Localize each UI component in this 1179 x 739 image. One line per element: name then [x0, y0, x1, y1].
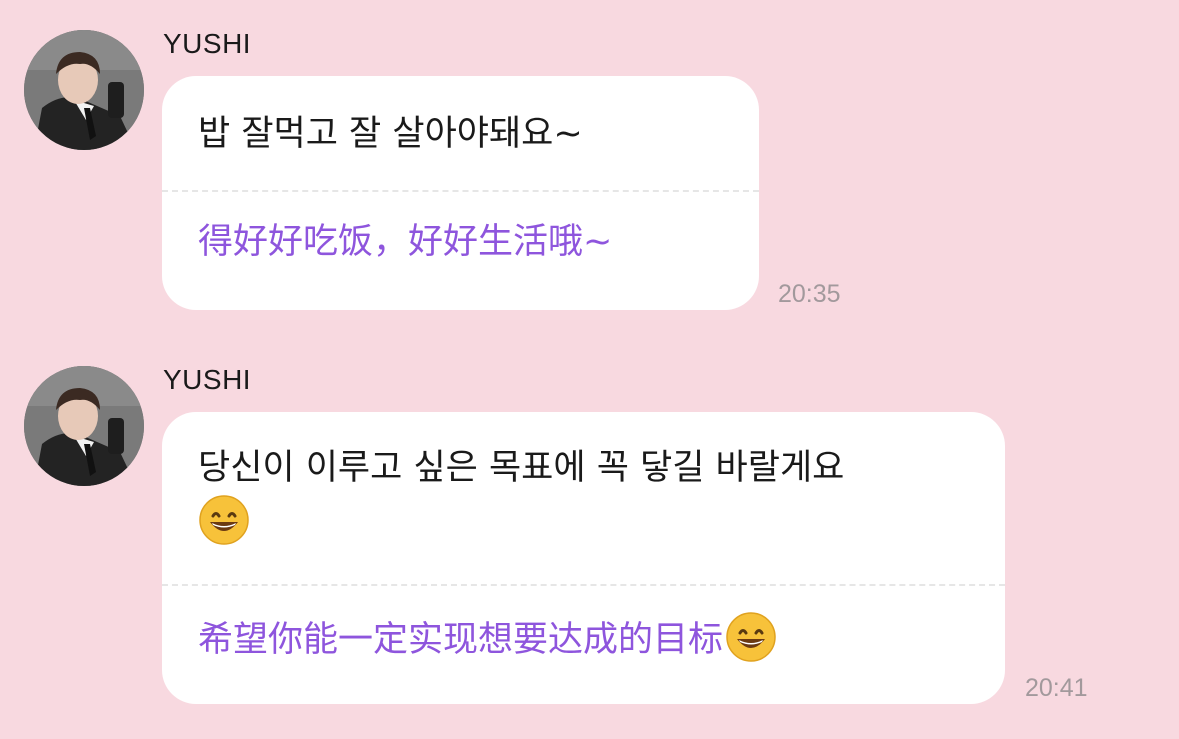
- translated-text: 得好好吃饭，好好生活哦~: [198, 222, 613, 262]
- avatar-photo: [24, 30, 144, 150]
- sender-name: YUSHI: [163, 28, 252, 59]
- translated-text: 希望你能一定实现想要达成的目标: [198, 620, 724, 660]
- translated-text-line: 希望你能一定实现想要达成的目标: [198, 586, 969, 666]
- message-bubble[interactable]: 밥 잘먹고 잘 살아야돼요~ 得好好吃饭，好好生活哦~: [162, 76, 759, 310]
- original-text: 밥 잘먹고 잘 살아야돼요~: [198, 114, 583, 154]
- sender-name: YUSHI: [163, 364, 252, 395]
- grinning-face-icon: [726, 612, 776, 662]
- original-emoji-line: [198, 494, 969, 548]
- timestamp: 20:35: [778, 280, 841, 308]
- original-text: 당신이 이루고 싶은 목표에 꼭 닿길 바랄게요: [198, 448, 845, 488]
- avatar[interactable]: [24, 30, 144, 150]
- timestamp: 20:41: [1025, 674, 1088, 702]
- message-bubble[interactable]: 당신이 이루고 싶은 목표에 꼭 닿길 바랄게요 希望你能一定实现想要达成的目标: [162, 412, 1005, 704]
- avatar[interactable]: [24, 366, 144, 486]
- avatar-photo: [24, 366, 144, 486]
- grinning-face-icon: [199, 495, 249, 545]
